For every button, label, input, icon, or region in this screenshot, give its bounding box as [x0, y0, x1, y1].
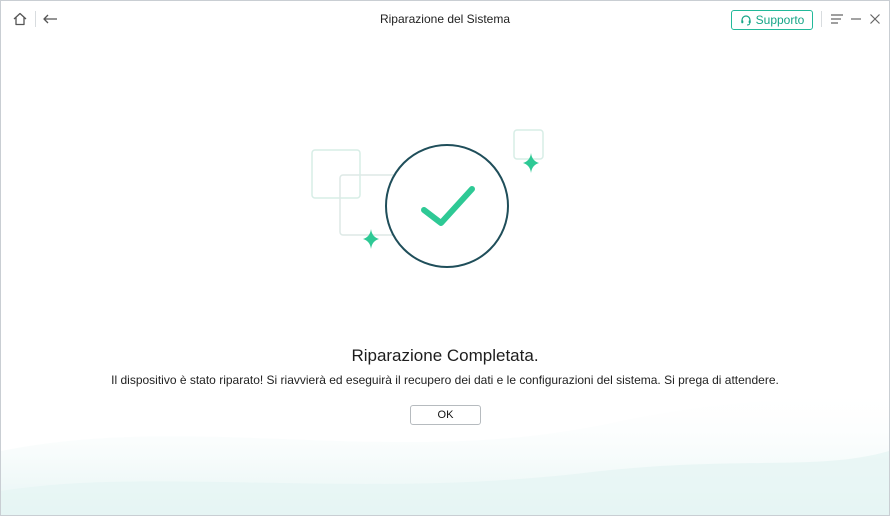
result-heading: Riparazione Completata. — [351, 346, 539, 365]
support-button[interactable]: Supporto — [731, 10, 813, 30]
success-circle — [385, 144, 509, 268]
app-window: Riparazione del Sistema Supporto Riparaz… — [0, 0, 890, 516]
support-label: Supporto — [755, 13, 805, 27]
sparkle-icon — [363, 229, 379, 249]
sparkle-icon — [523, 153, 539, 173]
headset-icon — [740, 14, 752, 26]
decorative-frame — [311, 149, 361, 199]
title-bar: Riparazione del Sistema Supporto — [1, 1, 889, 41]
decorative-frame — [513, 129, 544, 160]
result-message: Il dispositivo è stato riparato! Si riav… — [111, 373, 779, 387]
close-icon[interactable] — [864, 8, 886, 30]
success-illustration — [311, 129, 544, 268]
ok-button[interactable]: OK — [410, 405, 481, 425]
toolbar-divider — [821, 11, 822, 27]
